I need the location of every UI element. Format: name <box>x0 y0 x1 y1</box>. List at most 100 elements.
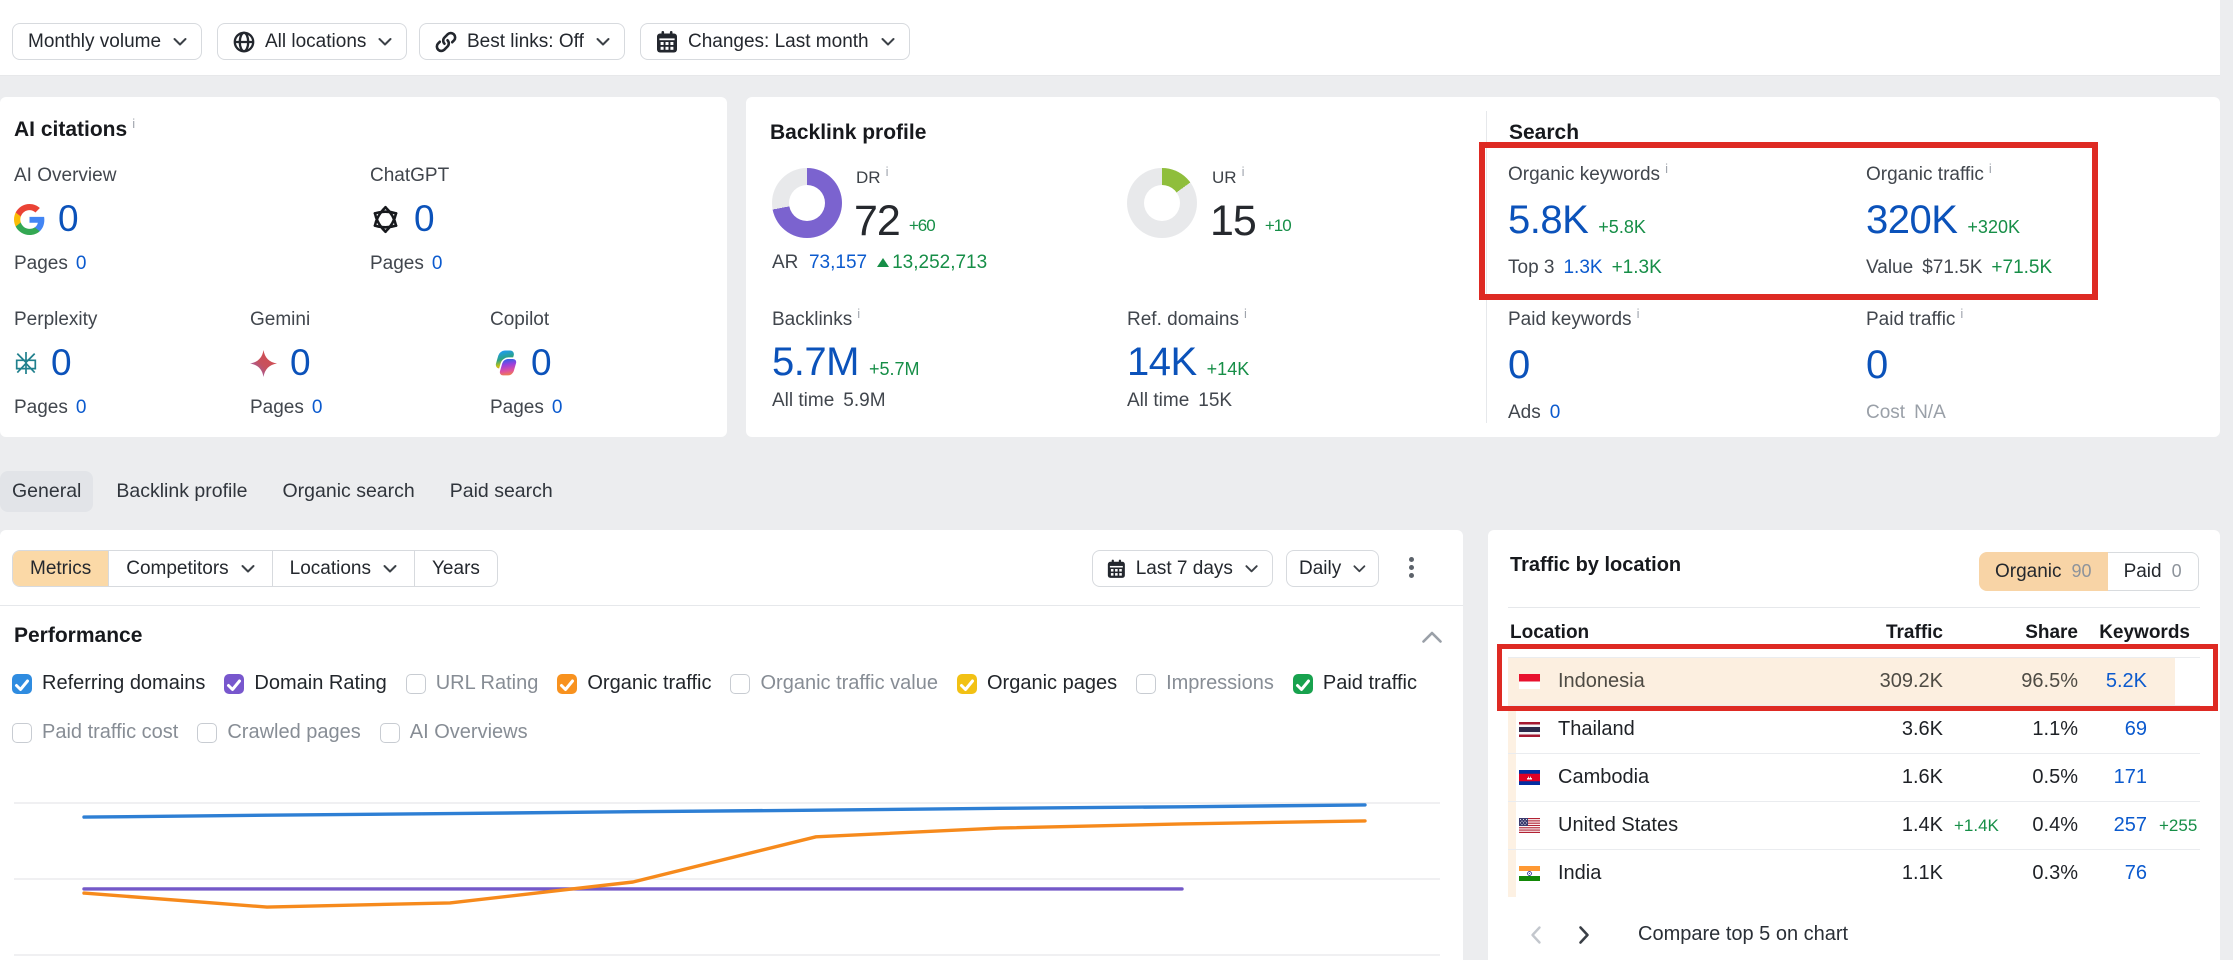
share-cell: 96.5% <box>1968 658 2078 705</box>
info-icon[interactable]: i <box>1665 161 1668 176</box>
info-icon[interactable]: i <box>1244 306 1247 321</box>
info-icon[interactable]: i <box>1960 306 1963 321</box>
metric-checkbox-domain-rating[interactable]: Domain Rating <box>224 672 386 695</box>
divider <box>0 605 1463 606</box>
keywords-link[interactable]: 69 <box>2125 718 2147 741</box>
metric-checkbox-crawled-pages[interactable]: Crawled pages <box>197 721 360 744</box>
checkbox <box>1136 674 1156 694</box>
performance-heading: Performance <box>14 624 142 648</box>
metric-checkbox-paid-traffic[interactable]: Paid traffic <box>1293 672 1417 695</box>
segment-locations[interactable]: Locations <box>272 551 414 586</box>
chatgpt-icon <box>370 204 401 235</box>
metric-checkbox-organic-traffic[interactable]: Organic traffic <box>557 672 711 695</box>
cost-row: CostN/A <box>1866 402 1963 424</box>
ai-citations-value[interactable]: 0 <box>290 342 311 384</box>
keywords-link[interactable]: 171 <box>2114 766 2147 789</box>
metric-checkbox-impressions[interactable]: Impressions <box>1136 672 1274 695</box>
ai-pages-value[interactable]: 0 <box>312 397 323 418</box>
ai-source-name: Copilot <box>490 309 562 331</box>
organic-toggle[interactable]: Organic90 <box>1979 552 2108 591</box>
paid-keywords-value[interactable]: 0 <box>1508 343 1530 387</box>
tab-paid-search[interactable]: Paid search <box>438 471 565 512</box>
column-keywords[interactable]: Keywords <box>2099 608 2190 657</box>
column-share[interactable]: Share <box>1968 608 2078 657</box>
locations-filter-button[interactable]: All locations <box>217 23 407 60</box>
metric-checkbox-url-rating[interactable]: URL Rating <box>406 672 539 695</box>
more-options-button[interactable] <box>1408 557 1414 581</box>
ai-citations-value[interactable]: 0 <box>531 342 552 384</box>
flag-us-icon <box>1519 818 1540 833</box>
keywords-link[interactable]: 76 <box>2125 862 2147 885</box>
info-icon[interactable]: i <box>1637 306 1640 321</box>
ai-pages-value[interactable]: 0 <box>432 253 443 274</box>
granularity-label: Daily <box>1299 558 1341 580</box>
organic-traffic-value[interactable]: 320K <box>1866 198 1957 242</box>
perplexity-icon <box>14 351 38 375</box>
ref-domains-value[interactable]: 14K <box>1127 340 1197 384</box>
ai-citation-item: ChatGPT 0 Pages0 <box>370 165 449 275</box>
changes-filter-button[interactable]: Changes: Last month <box>640 23 910 60</box>
ar-value-link[interactable]: 73,157 <box>809 252 867 273</box>
tab-organic-search[interactable]: Organic search <box>271 471 427 512</box>
segment-metrics[interactable]: Metrics <box>13 551 108 586</box>
country-name: India <box>1558 862 1601 885</box>
collapse-chevron-icon[interactable] <box>1421 630 1443 644</box>
metric-checkbox-referring-domains[interactable]: Referring domains <box>12 672 205 695</box>
keywords-link[interactable]: 5.2K <box>2106 670 2147 693</box>
info-icon[interactable]: i <box>1242 164 1245 179</box>
info-icon[interactable]: i <box>1989 161 1992 176</box>
chevron-down-icon <box>1245 564 1258 573</box>
keywords-cell: 76 <box>2067 850 2147 897</box>
card-divider <box>1486 111 1487 423</box>
best-links-filter-button[interactable]: Best links: Off <box>419 23 625 60</box>
paid-toggle[interactable]: Paid0 <box>2108 552 2199 591</box>
flag-kh-icon <box>1519 770 1540 785</box>
ai-citations-value[interactable]: 0 <box>414 198 435 240</box>
organic-paid-toggle: Organic90 Paid0 <box>1979 552 2199 591</box>
granularity-button[interactable]: Daily <box>1286 550 1379 587</box>
ai-pages-row: Pages0 <box>370 253 449 275</box>
ai-pages-row: Pages0 <box>490 397 562 419</box>
metric-checkbox-ai-overviews[interactable]: AI Overviews <box>380 721 528 744</box>
column-location[interactable]: Location <box>1510 608 1589 657</box>
chevron-down-icon <box>378 37 392 46</box>
tab-general[interactable]: General <box>0 471 93 512</box>
ur-donut-chart <box>1127 168 1197 238</box>
ai-citations-value[interactable]: 0 <box>51 342 72 384</box>
metric-checkbox-organic-pages[interactable]: Organic pages <box>957 672 1117 695</box>
chevron-down-icon <box>173 37 187 46</box>
organic-traffic-label: Organic traffici <box>1866 164 2052 186</box>
column-traffic[interactable]: Traffic <box>1783 608 1943 657</box>
info-icon[interactable]: i <box>132 116 135 131</box>
keywords-link[interactable]: 257 <box>2114 814 2147 837</box>
ads-value[interactable]: 0 <box>1550 402 1561 423</box>
ai-pages-value[interactable]: 0 <box>76 253 87 274</box>
metric-checkbox-paid-traffic-cost[interactable]: Paid traffic cost <box>12 721 178 744</box>
monthly-volume-filter-button[interactable]: Monthly volume <box>12 23 202 60</box>
segment-competitors[interactable]: Competitors <box>108 551 271 586</box>
tab-backlink-profile[interactable]: Backlink profile <box>104 471 259 512</box>
row-accent-strip <box>1508 802 1516 849</box>
info-icon[interactable]: i <box>886 164 889 179</box>
monthly-volume-label: Monthly volume <box>28 31 161 53</box>
ref-domains-delta: +14K <box>1207 359 1250 379</box>
ai-pages-value[interactable]: 0 <box>552 397 563 418</box>
metric-toggles: Referring domains Domain Rating URL Rating… <box>12 672 1452 744</box>
performance-line-chart <box>0 770 1463 960</box>
paid-traffic-value[interactable]: 0 <box>1866 343 1888 387</box>
date-range-button[interactable]: Last 7 days <box>1092 550 1273 587</box>
chevron-down-icon <box>383 564 397 573</box>
organic-keywords-value[interactable]: 5.8K <box>1508 198 1588 242</box>
prev-page-icon[interactable] <box>1527 924 1545 946</box>
metric-checkbox-organic-traffic-value[interactable]: Organic traffic value <box>730 672 938 695</box>
segment-years[interactable]: Years <box>414 551 497 586</box>
compare-top5-button[interactable]: Compare top 5 on chart <box>1638 923 1848 946</box>
organic-traffic-stat: Organic traffici 320K+320K Value$71.5K+7… <box>1866 164 2052 279</box>
keywords-cell: 257 <box>2067 802 2147 849</box>
ai-pages-value[interactable]: 0 <box>76 397 87 418</box>
info-icon[interactable]: i <box>857 306 860 321</box>
backlinks-value[interactable]: 5.7M <box>772 340 859 384</box>
ai-citations-value[interactable]: 0 <box>58 198 79 240</box>
next-page-icon[interactable] <box>1575 924 1593 946</box>
top3-value[interactable]: 1.3K <box>1563 257 1602 278</box>
